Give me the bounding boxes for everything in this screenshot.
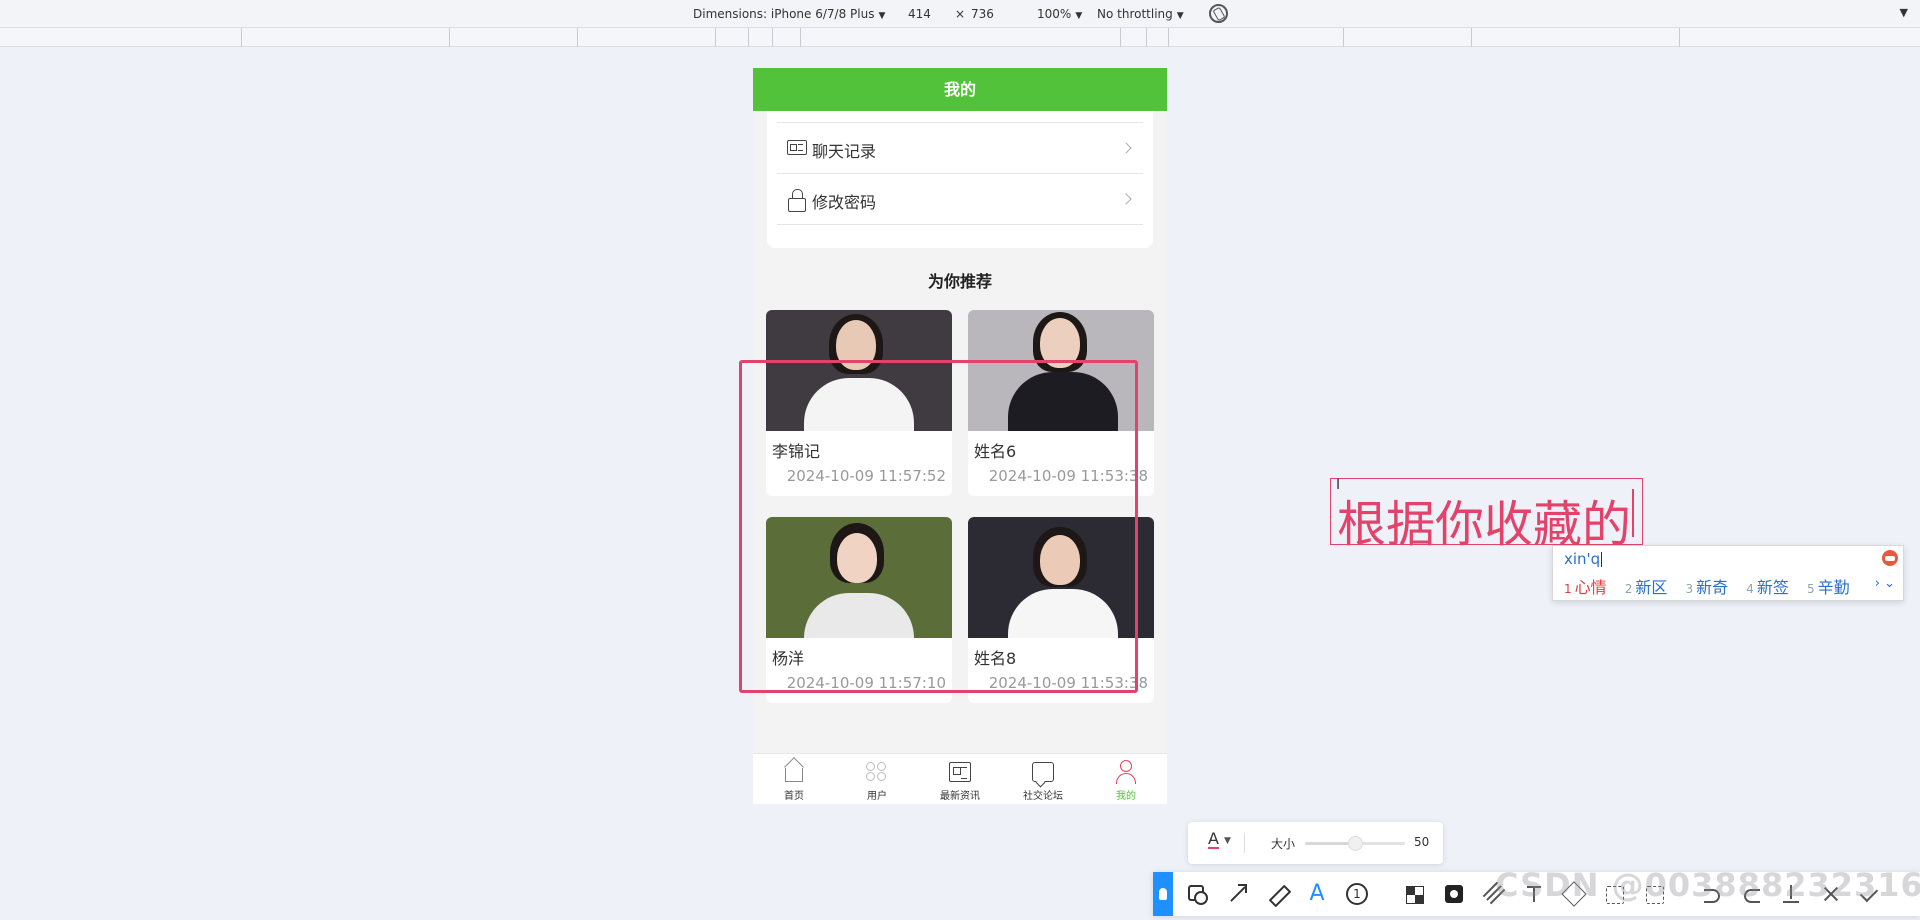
menu-item-change-password[interactable]: 修改密码 — [777, 174, 1143, 225]
device-selector-label: Dimensions: iPhone 6/7/8 Plus — [693, 7, 875, 21]
throttling-label: No throttling — [1097, 7, 1173, 21]
ime-pinyin-input: xin'q — [1564, 550, 1601, 568]
pin-icon[interactable] — [1153, 872, 1173, 916]
divider — [1244, 833, 1245, 853]
candidate-text: 心情 — [1574, 578, 1607, 597]
page-title: 我的 — [753, 68, 1167, 111]
candidate-number: 1 — [1564, 582, 1572, 596]
mosaic-tool-icon[interactable] — [1403, 883, 1425, 905]
pen-tool-icon[interactable] — [1266, 883, 1288, 905]
rectangle-annotation[interactable] — [739, 360, 1138, 693]
lock-icon — [788, 189, 806, 212]
ime-candidates: 1 心情 2 新区 3 新奇 4 新签 5 辛勤 — [1564, 574, 1863, 598]
tab-forum[interactable]: 社交论坛 — [1002, 754, 1084, 804]
device-height-input[interactable]: 736 — [971, 7, 994, 21]
ime-candidate[interactable]: 3 新奇 — [1686, 574, 1729, 598]
arrow-tool-icon[interactable] — [1226, 883, 1248, 905]
number-tool-icon[interactable]: 1 — [1346, 883, 1368, 905]
tab-me[interactable]: 我的 — [1085, 754, 1167, 804]
chevron-down-icon: ▼ — [878, 11, 886, 21]
tab-label: 首页 — [784, 791, 804, 802]
user-icon — [1115, 760, 1137, 784]
candidate-number: 4 — [1746, 582, 1754, 596]
devtools-device-toolbar: Dimensions: iPhone 6/7/8 Plus ▼ 414 × 736… — [0, 0, 1920, 28]
chevron-down-icon: ▼ — [1176, 11, 1184, 21]
chevron-down-icon: ▼ — [1075, 11, 1083, 21]
ime-candidate-window: xin'q 1 心情 2 新区 3 新奇 4 新签 5 辛勤 › ⌄ — [1552, 545, 1904, 601]
news-icon — [949, 762, 971, 782]
tab-news[interactable]: 最新资讯 — [919, 754, 1001, 804]
tab-label: 我的 — [1116, 791, 1136, 802]
ime-logo-icon[interactable] — [1882, 550, 1898, 566]
ime-more-candidates[interactable]: › ⌄ — [1875, 576, 1895, 591]
text-caret — [1632, 489, 1634, 537]
dimension-separator: × — [955, 7, 966, 21]
tab-label: 最新资讯 — [940, 791, 980, 802]
ime-candidate[interactable]: 1 心情 — [1564, 574, 1607, 598]
font-color-icon[interactable]: A — [1208, 831, 1219, 849]
forum-icon — [1032, 762, 1054, 782]
size-label: 大小 — [1271, 837, 1296, 851]
tab-label: 用户 — [867, 791, 887, 802]
chevron-right-icon — [1120, 142, 1132, 154]
ibeam-cursor-icon: I — [1336, 477, 1341, 493]
shape-tool-icon[interactable] — [1186, 883, 1208, 905]
device-selector[interactable]: Dimensions: iPhone 6/7/8 Plus ▼ — [693, 7, 885, 21]
text-annotation-box[interactable]: 根据你收藏的 — [1330, 478, 1643, 553]
menu-item-label: 修改密码 — [812, 193, 877, 212]
more-options-icon[interactable]: ▼ — [1900, 6, 1908, 19]
ime-candidate[interactable]: 2 新区 — [1625, 574, 1668, 598]
media-query-ruler — [0, 28, 1920, 47]
text-tool-icon[interactable]: A — [1306, 883, 1328, 905]
tab-users[interactable]: 用户 — [836, 754, 918, 804]
blur-tool-icon[interactable] — [1443, 883, 1465, 905]
tab-label: 社交论坛 — [1023, 791, 1063, 802]
ime-candidate[interactable]: 4 新签 — [1746, 574, 1789, 598]
candidate-text: 新签 — [1756, 578, 1789, 597]
size-slider[interactable] — [1305, 836, 1405, 851]
text-size-panel: A ▼ 大小 50 — [1188, 822, 1443, 864]
candidate-text: 新奇 — [1696, 578, 1729, 597]
settings-card: 聊天记录 修改密码 — [767, 111, 1153, 248]
candidate-number: 2 — [1624, 582, 1633, 596]
candidate-number: 5 — [1807, 582, 1815, 596]
size-slider-thumb[interactable] — [1348, 836, 1363, 851]
section-title: 为你推荐 — [927, 272, 992, 291]
chevron-down-icon[interactable]: ▼ — [1224, 836, 1231, 846]
watermark: CSDN @003888232316 — [1495, 866, 1920, 904]
chevron-right-icon — [1120, 193, 1132, 205]
candidate-number: 3 — [1685, 582, 1694, 596]
zoom-selector[interactable]: 100% ▼ — [1037, 7, 1082, 21]
zoom-label: 100% — [1037, 7, 1072, 21]
size-value: 50 — [1414, 835, 1430, 849]
bottom-tab-bar: 首页 用户 最新资讯 社交论坛 我的 — [753, 753, 1167, 804]
tab-home[interactable]: 首页 — [753, 754, 835, 804]
throttling-selector[interactable]: No throttling ▼ — [1097, 7, 1184, 21]
device-width-input[interactable]: 414 — [908, 7, 931, 21]
menu-item-label: 聊天记录 — [812, 142, 877, 161]
candidate-text: 辛勤 — [1817, 578, 1850, 597]
id-card-icon — [787, 140, 807, 155]
ime-candidate[interactable]: 5 辛勤 — [1807, 574, 1850, 598]
candidate-text: 新区 — [1635, 578, 1668, 597]
home-icon — [785, 768, 803, 782]
menu-item-chat-history[interactable]: 聊天记录 — [777, 123, 1143, 174]
rotate-device-icon[interactable] — [1209, 4, 1228, 23]
users-icon — [866, 762, 888, 782]
